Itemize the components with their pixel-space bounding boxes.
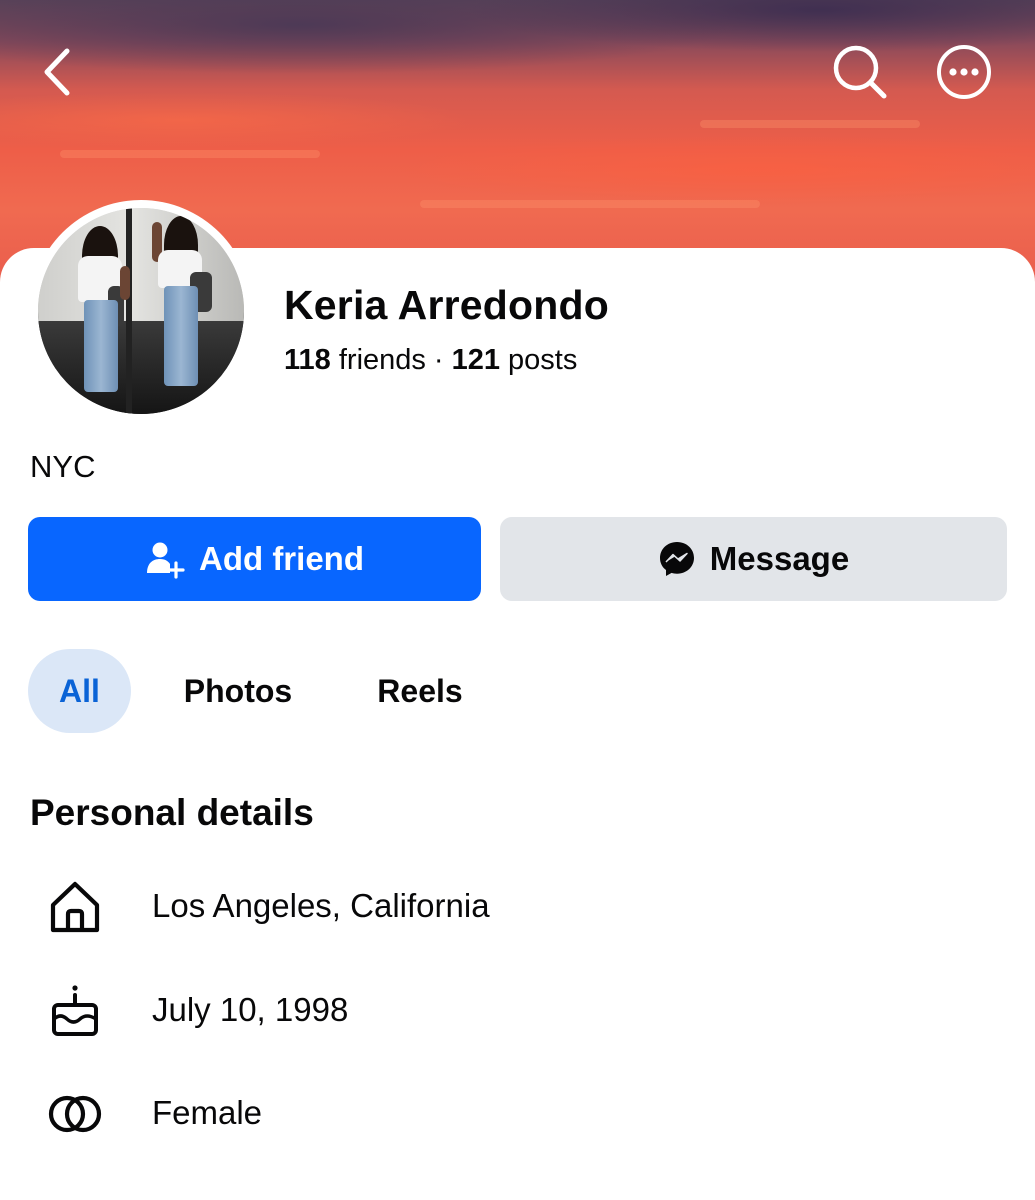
search-icon: [833, 45, 887, 99]
add-friend-button[interactable]: Add friend: [28, 517, 481, 601]
detail-location: Los Angeles, California: [152, 887, 490, 924]
more-options-button[interactable]: [932, 40, 996, 104]
friends-label[interactable]: friends: [339, 344, 426, 376]
personal-details-title: Personal details: [30, 792, 314, 833]
detail-birthday: July 10, 1998: [152, 991, 349, 1028]
tab-reels[interactable]: Reels: [352, 649, 488, 733]
profile-stats: 118 friends · 121 posts: [284, 344, 577, 377]
chevron-left-icon: [44, 48, 70, 96]
add-friend-label: Add friend: [199, 540, 364, 577]
posts-label: posts: [508, 344, 578, 376]
stats-separator: ·: [433, 344, 444, 376]
friends-count[interactable]: 118: [284, 344, 331, 376]
home-icon: [44, 876, 106, 938]
tab-photos[interactable]: Photos: [160, 649, 316, 733]
message-label: Message: [709, 540, 850, 577]
profile-avatar[interactable]: [30, 200, 252, 422]
birthday-cake-icon: [44, 980, 106, 1042]
message-button[interactable]: Message: [500, 517, 1007, 601]
profile-bio: NYC: [30, 449, 96, 484]
profile-name: Keria Arredondo: [284, 282, 609, 328]
more-horizontal-icon: [937, 45, 991, 99]
detail-gender: Female: [152, 1094, 263, 1131]
avatar-photo: [38, 208, 244, 414]
back-button[interactable]: [28, 40, 84, 104]
posts-count: 121: [451, 344, 500, 376]
search-button[interactable]: [828, 40, 892, 104]
messenger-icon: [659, 542, 694, 576]
add-friend-icon: [147, 542, 185, 579]
tab-all[interactable]: All: [28, 649, 131, 733]
gender-rings-icon: [44, 1083, 106, 1145]
